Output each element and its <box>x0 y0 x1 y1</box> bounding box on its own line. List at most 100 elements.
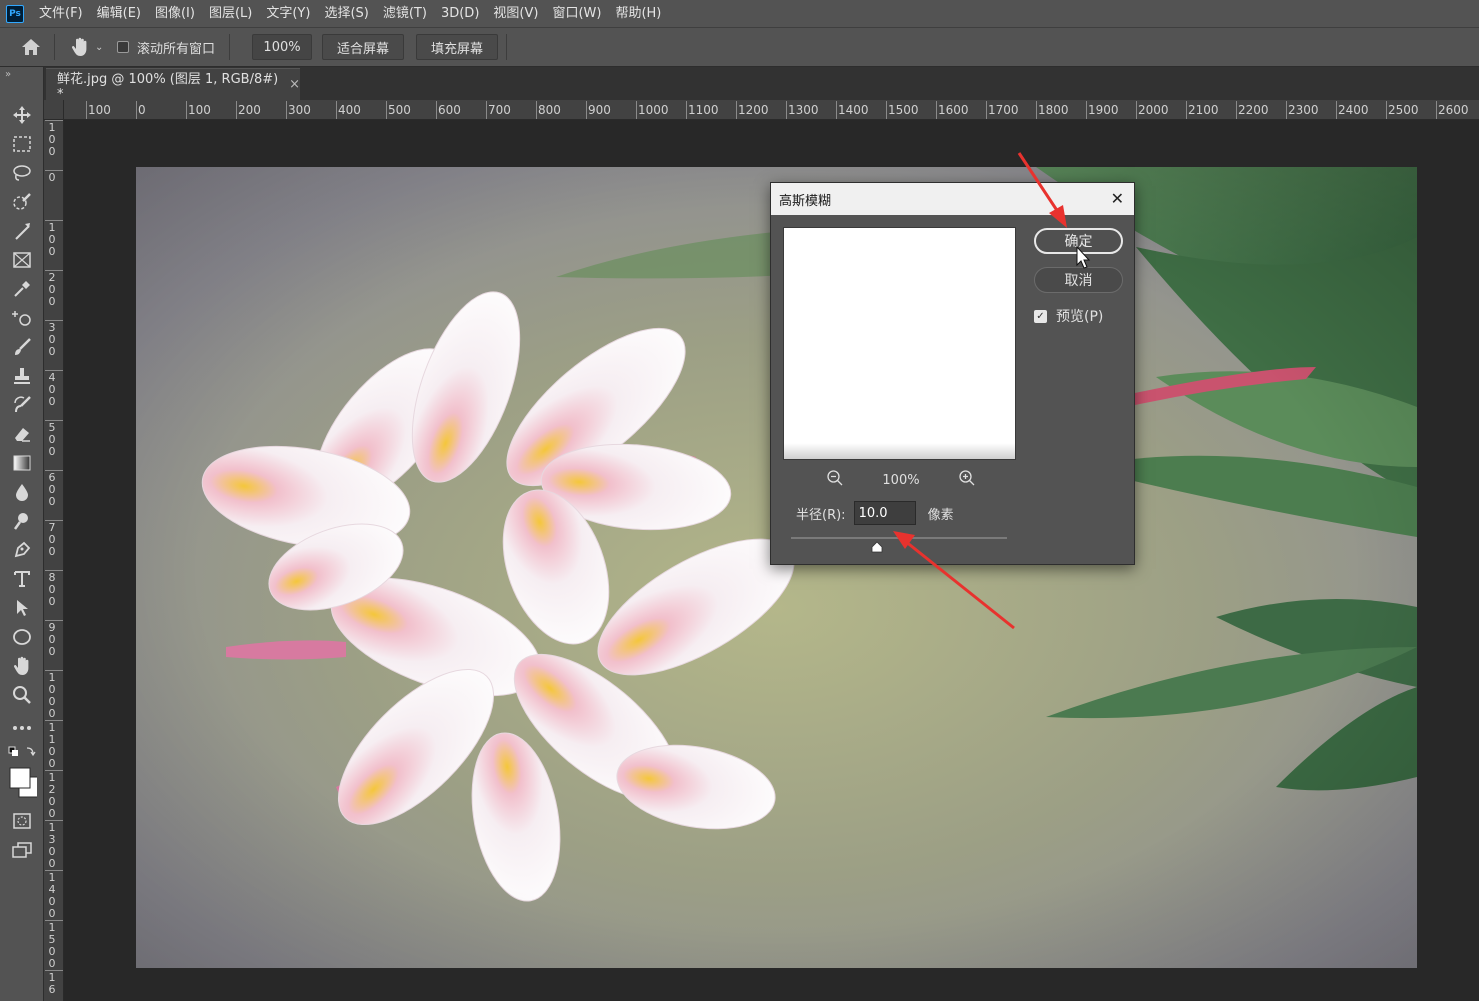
ruler-label: 1300 <box>48 821 56 870</box>
eraser-tool-icon[interactable] <box>7 421 37 447</box>
ruler-tick <box>836 101 837 119</box>
zoom-level-field[interactable]: 100% <box>252 34 313 60</box>
more-tools-icon[interactable] <box>7 715 37 741</box>
filter-preview-pane[interactable] <box>783 227 1016 460</box>
ok-button[interactable]: 确定 <box>1034 228 1123 254</box>
preview-checkbox[interactable]: ✓ <box>1034 309 1047 323</box>
gradient-tool-icon[interactable] <box>7 450 37 476</box>
ruler-label: 100 <box>48 221 56 258</box>
cancel-button[interactable]: 取消 <box>1034 267 1123 293</box>
radius-input[interactable]: 10.0 <box>853 501 916 525</box>
document-tab-bar: 鲜花.jpg @ 100% (图层 1, RGB/8#) * × <box>0 67 1479 102</box>
ruler-tick <box>586 101 587 119</box>
ruler-tick <box>1236 101 1237 119</box>
ruler-label: 700 <box>488 103 511 117</box>
chevron-down-icon[interactable]: ⌄ <box>95 42 107 53</box>
move-tool-icon[interactable] <box>7 102 37 128</box>
menu-item[interactable]: 图像(I) <box>148 0 202 27</box>
ruler-label: 900 <box>48 621 56 658</box>
close-icon[interactable]: ✕ <box>1111 189 1124 208</box>
ruler-tick <box>636 101 637 119</box>
preview-label: 预览(P) <box>1056 309 1104 325</box>
radius-slider-track[interactable] <box>791 537 1007 539</box>
close-tab-icon[interactable]: × <box>289 77 300 92</box>
ruler-label: 400 <box>338 103 361 117</box>
dialog-title-bar[interactable]: 高斯模糊 ✕ <box>771 183 1134 215</box>
ruler-label: 1000 <box>638 103 669 117</box>
lasso-tool-icon[interactable] <box>7 160 37 186</box>
ruler-label: 100 <box>188 103 211 117</box>
dialog-title: 高斯模糊 <box>779 193 832 209</box>
ruler-label: 1400 <box>48 871 56 920</box>
menu-item[interactable]: 滤镜(T) <box>376 0 434 27</box>
menu-item[interactable]: 窗口(W) <box>545 0 608 27</box>
scroll-all-windows-label: 滚动所有窗口 <box>137 41 216 57</box>
eyedropper-tool-icon[interactable] <box>7 276 37 302</box>
menu-item[interactable]: 图层(L) <box>202 0 259 27</box>
options-bar: ⌄ 滚动所有窗口 100% 适合屏幕 填充屏幕 <box>0 27 1479 67</box>
frame-tool-icon[interactable] <box>7 247 37 273</box>
menu-item[interactable]: 文件(F) <box>32 0 90 27</box>
ruler-label: 500 <box>388 103 411 117</box>
ruler-label: 200 <box>238 103 261 117</box>
ruler-label: 16 <box>48 971 56 996</box>
ruler-tick <box>1336 101 1337 119</box>
scroll-all-windows-checkbox[interactable] <box>117 41 129 53</box>
ruler-tick <box>986 101 987 119</box>
foreground-background-color-swatch[interactable] <box>7 764 37 800</box>
preview-zoom-percent: 100% <box>882 472 920 488</box>
path-selection-tool-icon[interactable] <box>7 595 37 621</box>
ruler-tick <box>736 101 737 119</box>
ellipse-tool-icon[interactable] <box>7 624 37 650</box>
radius-row: 半径(R): 10.0 像素 <box>796 501 954 525</box>
home-icon[interactable] <box>16 32 46 62</box>
preview-toggle[interactable]: ✓ 预览(P) <box>1034 306 1103 326</box>
dodge-tool-icon[interactable] <box>7 508 37 534</box>
vertical-ruler[interactable]: 100 0 100 200 300 400 500 600 700 800 900 1000 1100 1… <box>44 120 64 1001</box>
blur-tool-icon[interactable] <box>7 479 37 505</box>
menu-item[interactable]: 视图(V) <box>486 0 545 27</box>
ruler-label: 100 <box>48 121 56 158</box>
hand-tool-icon[interactable] <box>7 653 37 679</box>
radius-slider-thumb[interactable] <box>870 541 884 553</box>
ruler-label: 1800 <box>1038 103 1069 117</box>
ruler-label: 300 <box>288 103 311 117</box>
menu-item[interactable]: 3D(D) <box>434 0 486 27</box>
crop-tool-icon[interactable] <box>7 218 37 244</box>
document-tab[interactable]: 鲜花.jpg @ 100% (图层 1, RGB/8#) * × <box>46 68 300 102</box>
ruler-label: 500 <box>48 421 56 458</box>
menu-item[interactable]: 选择(S) <box>317 0 375 27</box>
fill-screen-button[interactable]: 填充屏幕 <box>416 34 499 60</box>
ruler-label: 1900 <box>1088 103 1119 117</box>
brush-tool-icon[interactable] <box>7 334 37 360</box>
clone-stamp-tool-icon[interactable] <box>7 363 37 389</box>
ruler-tick <box>136 101 137 119</box>
history-brush-tool-icon[interactable] <box>7 392 37 418</box>
type-tool-icon[interactable] <box>7 566 37 592</box>
quick-mask-icon[interactable] <box>7 808 37 834</box>
document-tab-title: 鲜花.jpg @ 100% (图层 1, RGB/8#) * <box>57 71 279 102</box>
horizontal-ruler[interactable]: 100 0 100 200 300 400 500 600 700 800 900 1000 1100 1… <box>64 100 1479 120</box>
quick-selection-tool-icon[interactable] <box>7 189 37 215</box>
zoom-tool-icon[interactable] <box>7 682 37 708</box>
zoom-in-icon[interactable] <box>958 469 976 491</box>
pen-tool-icon[interactable] <box>7 537 37 563</box>
hand-tool-icon[interactable] <box>69 35 91 59</box>
menu-item[interactable]: 编辑(E) <box>90 0 148 27</box>
ruler-tick <box>186 101 187 119</box>
ruler-tick <box>1186 101 1187 119</box>
healing-brush-tool-icon[interactable] <box>7 305 37 331</box>
ruler-label: 100 <box>88 103 111 117</box>
ruler-tick <box>1036 101 1037 119</box>
zoom-out-icon[interactable] <box>826 469 844 491</box>
default-colors-icon[interactable] <box>7 743 37 761</box>
ruler-label: 700 <box>48 521 56 558</box>
screen-mode-icon[interactable] <box>7 837 37 863</box>
fit-screen-button[interactable]: 适合屏幕 <box>322 34 405 60</box>
marquee-tool-icon[interactable] <box>7 131 37 157</box>
menu-item[interactable]: 帮助(H) <box>608 0 668 27</box>
ruler-tick <box>1136 101 1137 119</box>
ruler-label: 1100 <box>688 103 719 117</box>
collapse-panel-icon[interactable]: » <box>5 69 11 80</box>
menu-item[interactable]: 文字(Y) <box>259 0 317 27</box>
